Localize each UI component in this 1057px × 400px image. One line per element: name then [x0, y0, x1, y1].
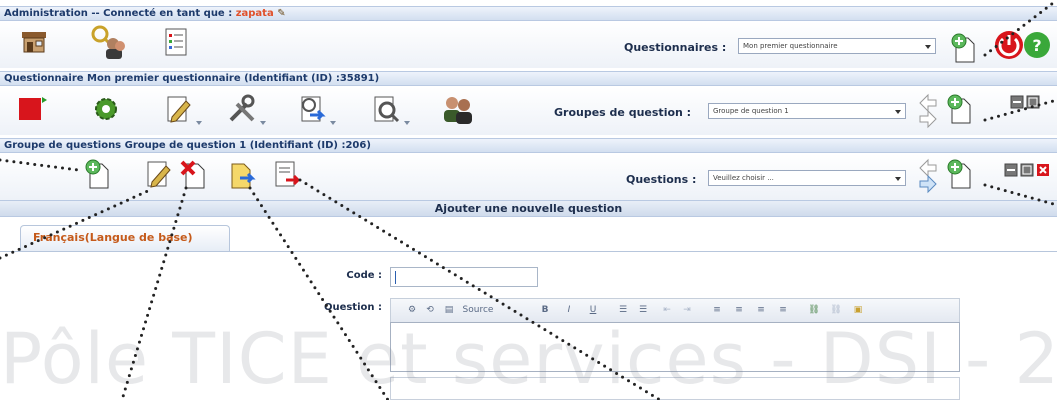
questionnaire-select[interactable]: Mon premier questionnaire — [738, 38, 936, 54]
tab-divider — [0, 251, 1057, 252]
reorder-arrows-icon[interactable] — [918, 93, 938, 129]
align-center-icon[interactable]: ≡ — [733, 303, 745, 318]
bold-button[interactable]: B — [539, 303, 551, 318]
group-select-value: Groupe de question 1 — [713, 107, 789, 115]
source-button[interactable]: Source — [457, 303, 499, 318]
maximize-icon[interactable] — [1026, 95, 1040, 109]
chevron-down-icon[interactable] — [260, 121, 266, 125]
code-input[interactable] — [390, 267, 538, 287]
question-editor[interactable] — [390, 322, 960, 372]
help-icon[interactable]: ? — [1022, 30, 1052, 60]
question-editor-lower[interactable] — [390, 377, 960, 400]
chevron-down-icon[interactable] — [196, 121, 202, 125]
unlink-icon[interactable]: ⛓ — [829, 303, 843, 318]
callout-line — [248, 186, 390, 400]
chevron-down-icon[interactable] — [330, 121, 336, 125]
align-left-icon[interactable]: ≡ — [711, 303, 723, 318]
code-label: Code : — [346, 270, 382, 281]
numbered-list-icon[interactable]: ☰ — [617, 303, 629, 318]
questionnaire-bar-title: Questionnaire Mon premier questionnaire … — [0, 71, 1057, 86]
justify-icon[interactable]: ≡ — [777, 303, 789, 318]
chevron-down-icon[interactable] — [404, 121, 410, 125]
question-label: Question : — [323, 302, 382, 313]
indent-icon[interactable]: ⇥ — [681, 303, 693, 318]
image-icon[interactable]: ▣ — [851, 303, 865, 318]
tab-base-language[interactable]: Français(Langue de base) — [20, 225, 230, 251]
editor-toolbar: ⚙ ⟲ ▤ Source B I U ☰ ☰ ⇤ ⇥ ≡ ≡ ≡ ≡ ⛓ ⛓ ▣ — [390, 298, 960, 322]
document-icon[interactable]: ▤ — [443, 303, 455, 318]
add-question-header: Ajouter une nouvelle question — [0, 200, 1057, 217]
chevron-down-icon — [925, 45, 931, 49]
replace-icon[interactable]: ⟲ — [423, 303, 437, 318]
minimize-icon[interactable] — [1004, 163, 1018, 177]
questions-label: Questions : — [626, 173, 697, 186]
home-icon[interactable] — [18, 26, 50, 58]
settings-icon[interactable] — [92, 95, 120, 123]
admin-title-text: Administration -- Connecté en tant que : — [4, 8, 233, 19]
pencil-icon: ✎ — [277, 8, 286, 19]
chevron-down-icon — [895, 177, 901, 181]
search-document-icon[interactable] — [370, 93, 402, 125]
add-questionnaire-icon[interactable] — [948, 32, 980, 64]
maximize-icon[interactable] — [1020, 163, 1034, 177]
add-question-icon[interactable] — [82, 158, 114, 190]
group-select[interactable]: Groupe de question 1 — [708, 103, 906, 119]
add-group-icon[interactable] — [944, 93, 976, 125]
align-right-icon[interactable]: ≡ — [755, 303, 767, 318]
export-questionnaire-icon[interactable] — [296, 93, 328, 125]
reorder-arrows-icon[interactable] — [918, 158, 938, 194]
link-icon[interactable]: ⛓ — [807, 303, 821, 318]
italic-button[interactable]: I — [563, 303, 575, 318]
question-select-value: Veuillez choisir ... — [713, 174, 774, 182]
bullet-list-icon[interactable]: ☰ — [637, 303, 649, 318]
callout-line — [120, 186, 188, 400]
questionnaires-label: Questionnaires : — [624, 41, 727, 54]
gear-icon[interactable]: ⚙ — [405, 303, 419, 318]
delete-group-icon[interactable] — [178, 158, 210, 190]
minimize-icon[interactable] — [1010, 95, 1024, 109]
svg-text:?: ? — [1032, 36, 1041, 55]
user-keys-icon[interactable] — [88, 22, 128, 62]
power-off-icon[interactable] — [992, 28, 1026, 62]
edit-group-icon[interactable] — [142, 158, 174, 190]
question-select[interactable]: Veuillez choisir ... — [708, 170, 906, 186]
tools-icon[interactable] — [226, 93, 258, 125]
logged-user: zapata — [235, 8, 274, 19]
outdent-icon[interactable]: ⇤ — [661, 303, 673, 318]
edit-questionnaire-icon[interactable] — [162, 93, 194, 125]
import-question-icon[interactable] — [270, 158, 302, 190]
groups-label: Groupes de question : — [554, 106, 692, 119]
questionnaire-select-value: Mon premier questionnaire — [743, 42, 838, 50]
list-icon[interactable] — [160, 26, 192, 58]
group-bar-title: Groupe de questions Groupe de question 1… — [0, 138, 1057, 153]
close-icon[interactable] — [1036, 163, 1050, 177]
add-question-to-group-icon[interactable] — [944, 158, 976, 190]
export-group-icon[interactable] — [226, 158, 258, 190]
users-group-icon[interactable] — [440, 91, 476, 127]
underline-button[interactable]: U — [587, 303, 599, 318]
chevron-down-icon — [895, 110, 901, 114]
stop-icon[interactable] — [16, 92, 48, 124]
admin-bar-title: Administration -- Connecté en tant que :… — [0, 6, 1057, 21]
